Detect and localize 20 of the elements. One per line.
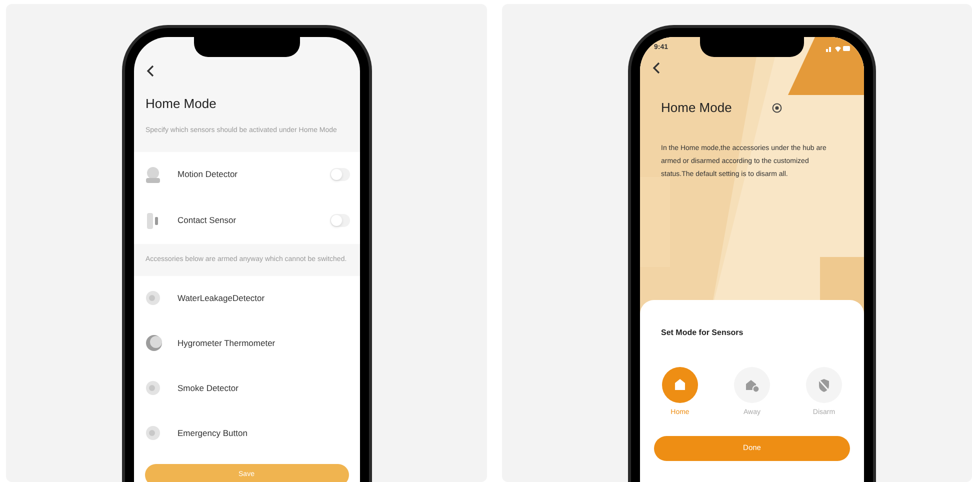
mode-button[interactable] xyxy=(806,367,842,403)
info-icon xyxy=(772,102,782,113)
mode-button[interactable] xyxy=(662,367,698,403)
motion-sensor-icon xyxy=(144,164,162,184)
toggle-switch[interactable] xyxy=(330,214,350,227)
mode-button[interactable] xyxy=(734,367,770,403)
accessory-name: WaterLeakageDetector xyxy=(178,292,265,304)
sheet-title: Set Mode for Sensors xyxy=(661,327,744,339)
accessory-name: Hygrometer Thermometer xyxy=(178,336,276,350)
sensor-name: Contact Sensor xyxy=(178,214,238,227)
screen-title: Home Mode xyxy=(146,95,218,113)
screen-title: Home Mode xyxy=(661,99,732,117)
status-icons xyxy=(826,44,850,52)
back-icon[interactable] xyxy=(652,62,662,74)
toggle-switch[interactable] xyxy=(330,168,350,181)
sensor-name: Motion Detector xyxy=(178,168,238,181)
accessory-name: Smoke Detector xyxy=(178,382,238,394)
accessory-name: Emergency Button xyxy=(178,426,248,440)
round-sensor-icon xyxy=(144,333,164,353)
back-icon[interactable] xyxy=(146,65,156,77)
